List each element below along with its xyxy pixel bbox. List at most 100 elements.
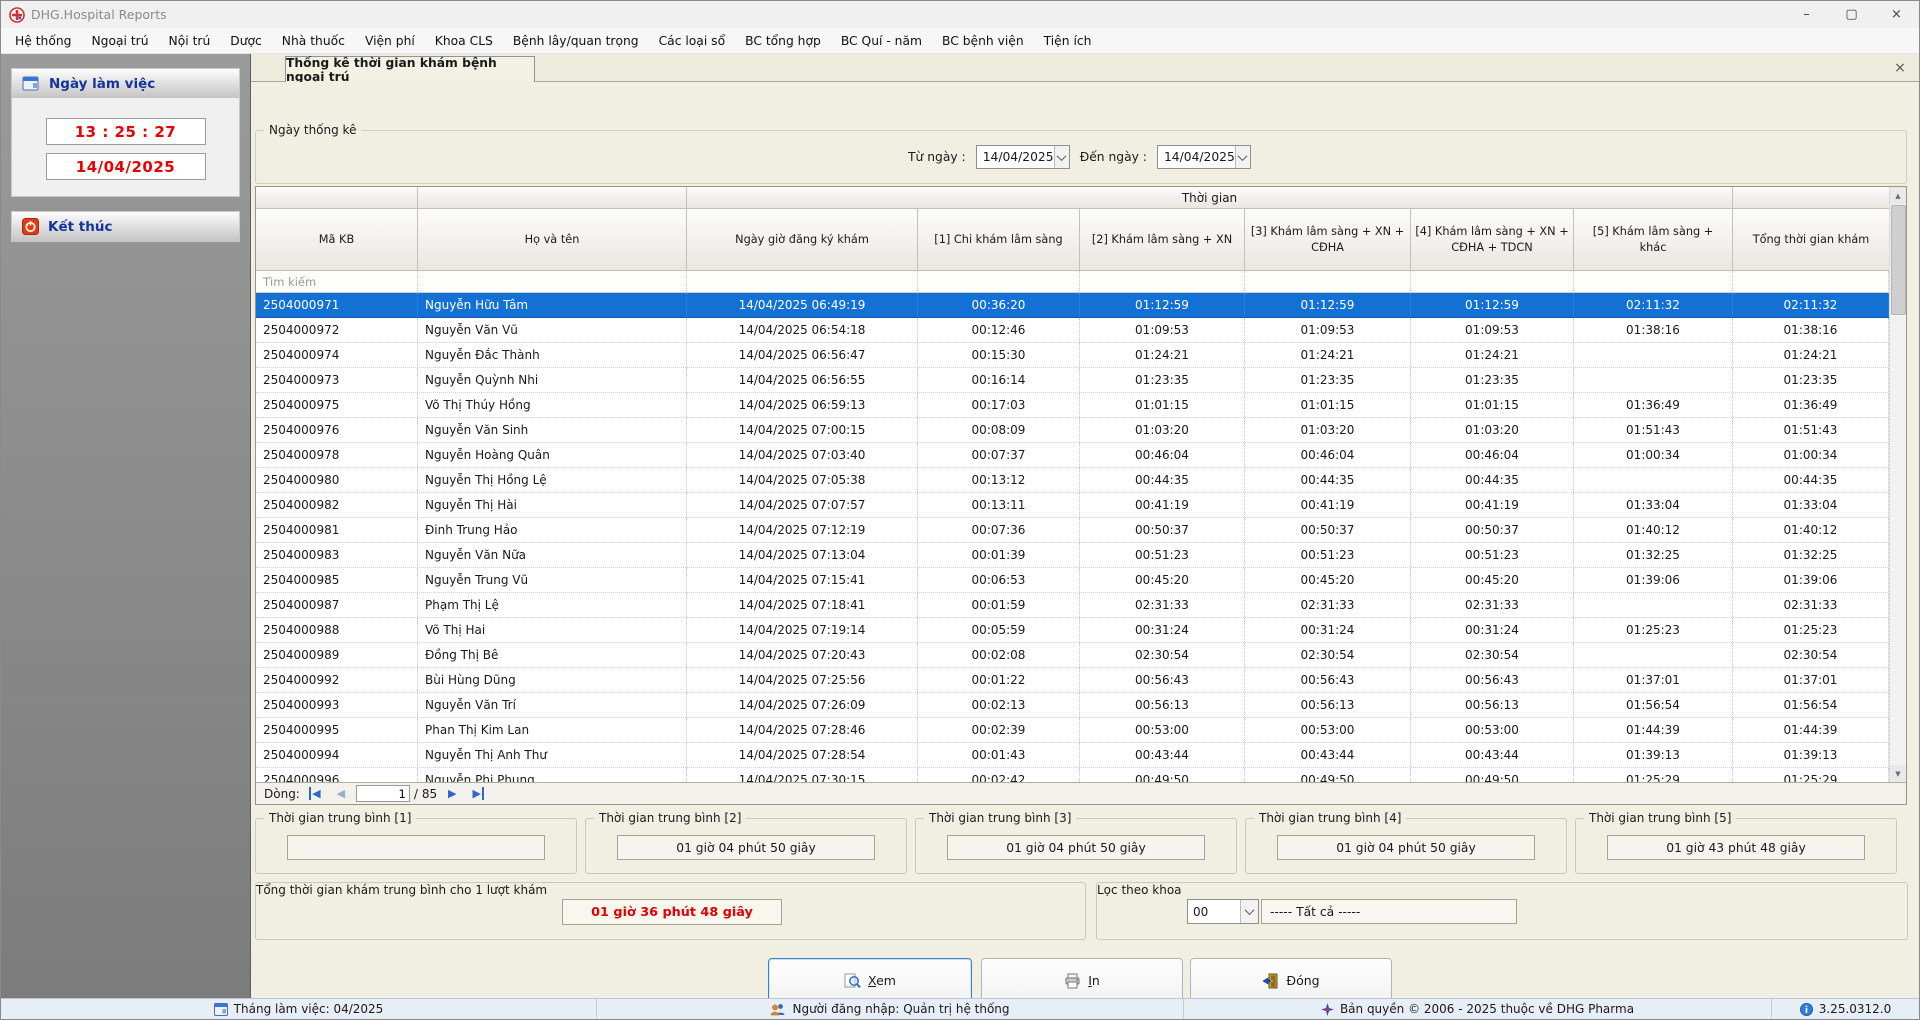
filter-cell-5[interactable] <box>1245 271 1411 293</box>
table-row[interactable]: 2504000987 Phạm Thị Lệ 14/04/2025 07:18:41… <box>256 593 1906 618</box>
next-page-button[interactable]: ▶ <box>441 785 463 803</box>
table-row[interactable]: 2504000983 Nguyễn Văn Nữa 14/04/2025 07:13… <box>256 543 1906 568</box>
cell: 01:01:15 <box>1080 393 1245 417</box>
column-header-4[interactable]: [2] Khám lâm sàng + XN <box>1080 209 1245 271</box>
cell: 02:30:54 <box>1080 643 1245 667</box>
menu-item-7[interactable]: Bệnh lây/quan trọng <box>503 30 649 52</box>
menu-item-6[interactable]: Khoa CLS <box>425 30 503 52</box>
cell: 01:39:06 <box>1733 568 1889 592</box>
table-row[interactable]: 2504000982 Nguyễn Thị Hài 14/04/2025 07:07… <box>256 493 1906 518</box>
cell: Nguyễn Phi Phụng <box>418 768 687 782</box>
filter-cell-0[interactable]: Tìm kiếm <box>256 271 418 293</box>
to-date-picker[interactable]: 14/04/2025 <box>1156 145 1251 169</box>
menu-item-11[interactable]: BC bệnh viện <box>932 30 1034 52</box>
department-name-field[interactable]: ----- Tất cả ----- <box>1261 899 1517 924</box>
filter-cell-6[interactable] <box>1411 271 1574 293</box>
table-row[interactable]: 2504000972 Nguyễn Văn Vũ 14/04/2025 06:54:… <box>256 318 1906 343</box>
menu-item-0[interactable]: Hệ thống <box>5 30 81 52</box>
cell: 02:30:54 <box>1411 643 1574 667</box>
column-header-0[interactable]: Mã KB <box>256 209 418 271</box>
cell: 01:00:34 <box>1574 443 1733 467</box>
to-date-label: Đến ngày : <box>1079 150 1147 164</box>
filter-cell-3[interactable] <box>918 271 1080 293</box>
cell: 00:44:35 <box>1733 468 1889 492</box>
cell: 2504000983 <box>256 543 418 567</box>
last-page-button[interactable]: ▶ <box>467 785 489 803</box>
column-header-3[interactable]: [1] Chi khám lâm sàng <box>918 209 1080 271</box>
scroll-up-icon[interactable]: ▲ <box>1890 187 1906 204</box>
department-dropdown-icon[interactable] <box>1240 900 1258 923</box>
department-code-select[interactable]: 00 <box>1187 899 1259 924</box>
table-row[interactable]: 2504000989 Đồng Thị Bê 14/04/2025 07:20:43… <box>256 643 1906 668</box>
menu-item-9[interactable]: BC tổng hợp <box>735 30 831 52</box>
table-row[interactable]: 2504000980 Nguyễn Thị Hồng Lệ 14/04/2025 0… <box>256 468 1906 493</box>
column-header-8[interactable]: Tổng thời gian khám <box>1733 209 1889 271</box>
menu-item-2[interactable]: Nội trú <box>159 30 221 52</box>
table-row[interactable]: 2504000992 Bùi Hùng Dũng 14/04/2025 07:25:… <box>256 668 1906 693</box>
column-header-6[interactable]: [4] Khám lâm sàng + XN + CĐHA + TDCN <box>1411 209 1574 271</box>
scrollbar-thumb[interactable] <box>1891 205 1906 315</box>
to-date-dropdown-icon[interactable] <box>1234 146 1250 168</box>
column-header-7[interactable]: [5] Khám lâm sàng + khác <box>1574 209 1733 271</box>
grid-rows: 2504000971 Nguyễn Hữu Tâm 14/04/2025 06:49… <box>256 293 1906 782</box>
total-average-group: Tổng thời gian khám trung bình cho 1 lượ… <box>255 882 1086 940</box>
page-number-input[interactable] <box>355 785 410 802</box>
table-row[interactable]: 2504000978 Nguyễn Hoàng Quân 14/04/2025 07… <box>256 443 1906 468</box>
cell: 01:25:29 <box>1574 768 1733 782</box>
cell: Nguyễn Quỳnh Nhi <box>418 368 687 392</box>
table-row[interactable]: 2504000976 Nguyễn Văn Sinh 14/04/2025 07:0… <box>256 418 1906 443</box>
table-row[interactable]: 2504000985 Nguyễn Trung Vũ 14/04/2025 07:1… <box>256 568 1906 593</box>
avg-time-title-2: Thời gian trung bình [2] <box>594 811 747 825</box>
column-header-2[interactable]: Ngày giờ đăng ký khám <box>687 209 918 271</box>
menu-item-3[interactable]: Dược <box>220 30 272 52</box>
from-date-dropdown-icon[interactable] <box>1053 146 1069 168</box>
work-day-header[interactable]: Ngày làm việc <box>12 69 239 98</box>
scroll-down-icon[interactable]: ▼ <box>1890 765 1906 782</box>
cell: 2504000978 <box>256 443 418 467</box>
filter-cell-7[interactable] <box>1574 271 1733 293</box>
menu-item-4[interactable]: Nhà thuốc <box>272 30 355 52</box>
table-row[interactable]: 2504000981 Đinh Trung Hảo 14/04/2025 07:12… <box>256 518 1906 543</box>
vertical-scrollbar[interactable]: ▲ ▼ <box>1889 187 1906 782</box>
prev-page-button[interactable]: ◀ <box>330 785 352 803</box>
cell: 01:38:16 <box>1733 318 1889 342</box>
cell: 00:43:44 <box>1080 743 1245 767</box>
table-row[interactable]: 2504000993 Nguyễn Văn Trí 14/04/2025 07:26… <box>256 693 1906 718</box>
date-display: 14/04/2025 <box>45 153 206 180</box>
exit-header[interactable]: Kết thúc <box>12 212 239 241</box>
close-button[interactable]: × <box>1874 1 1919 28</box>
table-row[interactable]: 2504000971 Nguyễn Hữu Tâm 14/04/2025 06:49… <box>256 293 1906 318</box>
table-row[interactable]: 2504000975 Võ Thị Thúy Hồng 14/04/2025 06:… <box>256 393 1906 418</box>
menu-item-1[interactable]: Ngoại trú <box>81 30 158 52</box>
table-row[interactable]: 2504000974 Nguyễn Đắc Thành 14/04/2025 06:… <box>256 343 1906 368</box>
tab-report[interactable]: Thống kê thời gian khám bệnh ngoại trú <box>285 56 535 84</box>
column-header-5[interactable]: [3] Khám lâm sàng + XN + CĐHA <box>1245 209 1411 271</box>
tab-close-icon[interactable]: × <box>1891 59 1909 77</box>
filter-cell-4[interactable] <box>1080 271 1245 293</box>
cell: 00:45:20 <box>1411 568 1574 592</box>
table-row-partial[interactable]: 2504000996 Nguyễn Phi Phụng 14/04/2025 07:… <box>256 768 1906 782</box>
exit-panel: Kết thúc <box>11 211 240 242</box>
menu-item-8[interactable]: Các loại sổ <box>649 30 736 52</box>
cell: 01:38:16 <box>1574 318 1733 342</box>
filter-cell-2[interactable] <box>687 271 918 293</box>
table-row[interactable]: 2504000994 Nguyễn Thị Anh Thư 14/04/2025 0… <box>256 743 1906 768</box>
view-button[interactable]: Xem <box>768 958 972 1003</box>
from-date-picker[interactable]: 14/04/2025 <box>975 145 1070 169</box>
first-page-button[interactable]: ◀ <box>304 785 326 803</box>
filter-cell-1[interactable] <box>418 271 687 293</box>
minimize-button[interactable]: – <box>1784 1 1829 28</box>
maximize-button[interactable]: ▢ <box>1829 1 1874 28</box>
table-row[interactable]: 2504000988 Võ Thị Hai 14/04/2025 07:19:14 0… <box>256 618 1906 643</box>
close-form-button[interactable]: Đóng <box>1190 958 1392 1003</box>
menu-item-10[interactable]: BC Quí - năm <box>831 30 932 52</box>
table-row[interactable]: 2504000973 Nguyễn Quỳnh Nhi 14/04/2025 06:… <box>256 368 1906 393</box>
menu-item-5[interactable]: Viện phí <box>355 30 425 52</box>
print-button[interactable]: In <box>981 958 1183 1003</box>
menu-item-12[interactable]: Tiện ích <box>1034 30 1102 52</box>
column-header-1[interactable]: Họ và tên <box>418 209 687 271</box>
filter-cell-8[interactable] <box>1733 271 1889 293</box>
department-filter-group: Lọc theo khoa 00 ----- Tất cả ----- <box>1096 882 1908 940</box>
report-grid: Thời gian Mã KB Họ và tên Ngày giờ đăng ký… <box>255 186 1907 805</box>
table-row[interactable]: 2504000995 Phan Thị Kim Lan 14/04/2025 07:… <box>256 718 1906 743</box>
